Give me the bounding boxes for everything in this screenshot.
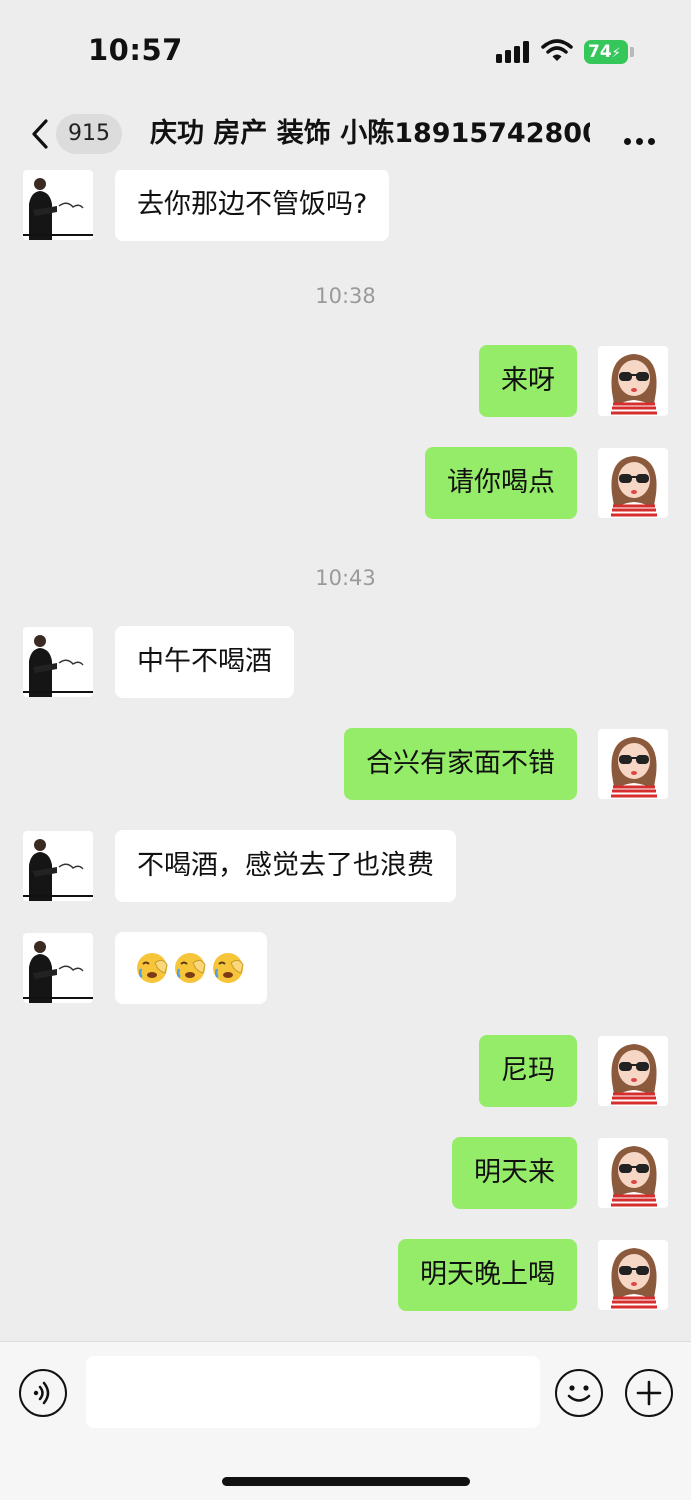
message-text: 来呀 bbox=[501, 365, 555, 396]
timestamp: 10:38 bbox=[315, 284, 376, 308]
contact-avatar[interactable] bbox=[23, 933, 93, 1003]
status-time: 10:57 bbox=[88, 33, 183, 67]
plus-icon bbox=[636, 1380, 662, 1406]
smiley-icon bbox=[567, 1385, 591, 1402]
battery-tip bbox=[630, 47, 634, 57]
outgoing-message-bubble[interactable]: 明天晚上喝 bbox=[398, 1239, 577, 1311]
message-text: 尼玛 bbox=[501, 1055, 555, 1086]
my-avatar[interactable] bbox=[598, 346, 668, 416]
incoming-message-bubble[interactable]: 不喝酒，感觉去了也浪费 bbox=[115, 830, 456, 902]
composer-bar bbox=[0, 1341, 691, 1500]
my-avatar[interactable] bbox=[598, 729, 668, 799]
my-avatar[interactable] bbox=[598, 448, 668, 518]
emoji-button[interactable] bbox=[555, 1369, 603, 1417]
contact-avatar[interactable] bbox=[23, 831, 93, 901]
battery-icon: 74⚡ bbox=[584, 40, 628, 64]
back-chevron-icon[interactable] bbox=[26, 115, 56, 153]
outgoing-message-bubble[interactable]: 请你喝点 bbox=[425, 447, 577, 519]
outgoing-message-bubble[interactable]: 明天来 bbox=[452, 1137, 577, 1209]
contact-avatar[interactable] bbox=[23, 627, 93, 697]
my-avatar[interactable] bbox=[598, 1036, 668, 1106]
chat-title: 庆功 房产 装饰 小陈18915742800 bbox=[150, 118, 590, 149]
message-text: 请你喝点 bbox=[447, 467, 555, 498]
facepalm-emoji-icon bbox=[137, 953, 168, 983]
home-indicator bbox=[222, 1477, 470, 1486]
outgoing-message-bubble[interactable]: 合兴有家面不错 bbox=[344, 728, 577, 800]
incoming-message-bubble[interactable]: 去你那边不管饭吗? bbox=[115, 170, 390, 241]
wifi-icon bbox=[541, 39, 573, 61]
message-list[interactable]: 去你那边不管饭吗? 10:38 来呀请你喝点 10:43 中午不喝酒合兴有家面不错不喝酒… bbox=[0, 170, 691, 1341]
message-text: 去你那边不管饭吗? bbox=[137, 189, 368, 220]
my-avatar[interactable] bbox=[598, 1240, 668, 1310]
incoming-message-bubble[interactable]: 中午不喝酒 bbox=[115, 626, 294, 698]
unread-count-badge[interactable]: 915 bbox=[56, 114, 122, 154]
status-bar: 10:57 74⚡ bbox=[0, 0, 691, 100]
more-actions-button[interactable] bbox=[625, 1369, 673, 1417]
message-text: 不喝酒，感觉去了也浪费 bbox=[137, 850, 434, 881]
facepalm-emoji-icon bbox=[213, 953, 244, 983]
message-text: 明天来 bbox=[474, 1157, 555, 1188]
my-avatar[interactable] bbox=[598, 1138, 668, 1208]
message-text: 明天晚上喝 bbox=[420, 1259, 555, 1290]
message-text: 中午不喝酒 bbox=[137, 646, 272, 677]
message-input[interactable] bbox=[86, 1356, 540, 1428]
voice-icon bbox=[33, 1381, 50, 1405]
contact-avatar[interactable] bbox=[23, 170, 93, 240]
incoming-message-bubble[interactable] bbox=[115, 932, 267, 1004]
cellular-signal-icon bbox=[496, 41, 529, 63]
outgoing-message-bubble[interactable]: 来呀 bbox=[479, 345, 577, 417]
battery-level: 74 bbox=[588, 42, 612, 62]
message-text: 合兴有家面不错 bbox=[366, 748, 555, 779]
timestamp: 10:43 bbox=[315, 566, 376, 590]
facepalm-emoji-icon bbox=[175, 953, 206, 983]
voice-input-button[interactable] bbox=[19, 1369, 67, 1417]
outgoing-message-bubble[interactable]: 尼玛 bbox=[479, 1035, 577, 1107]
chat-header: 915 庆功 房产 装饰 小陈18915742800 bbox=[0, 100, 691, 170]
more-options-icon[interactable] bbox=[624, 130, 660, 149]
